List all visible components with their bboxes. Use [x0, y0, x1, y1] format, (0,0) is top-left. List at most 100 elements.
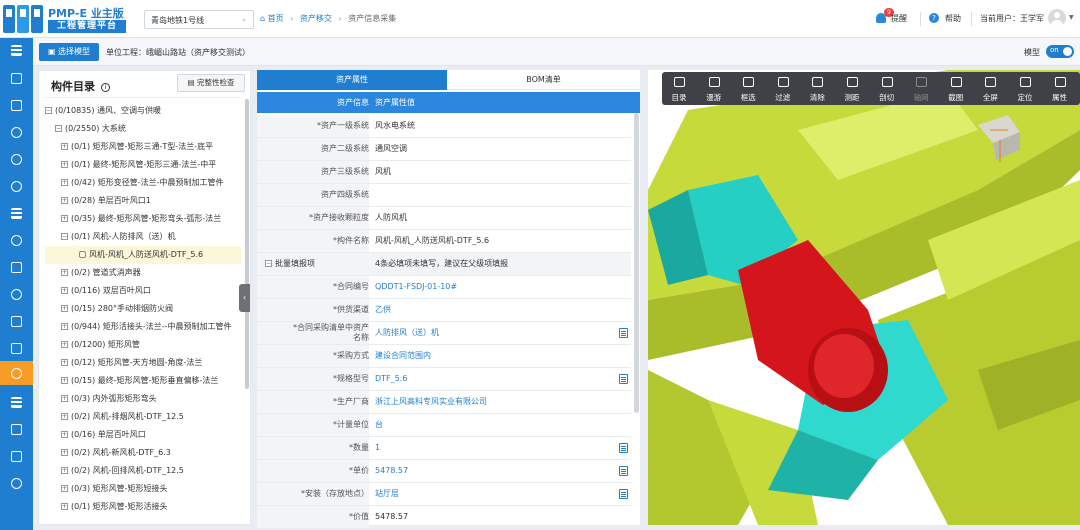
collapse-panel-handle[interactable]: ‹ [239, 284, 250, 312]
expand-icon[interactable]: + [61, 395, 68, 402]
app-logo[interactable]: PMP-E 业主版 工程管理平台 [0, 0, 130, 38]
tree-node[interactable]: + (0/16) 单层百叶风口 [45, 426, 146, 444]
document-icon[interactable] [0, 309, 33, 333]
tool-measure-button[interactable]: 测距 [835, 72, 869, 105]
expand-icon[interactable]: + [61, 485, 68, 492]
tree-node[interactable]: + (0/2) 管道式消声器 [45, 264, 141, 282]
edit-list-icon[interactable] [619, 443, 628, 453]
tree-node[interactable]: + (0/3) 内外弧形矩形弯头 [45, 390, 157, 408]
expand-icon[interactable]: + [61, 269, 68, 276]
property-value[interactable]: 人防排风（送）机 [375, 322, 439, 344]
chevron-down-icon[interactable]: ▼ [1069, 14, 1074, 21]
property-value[interactable]: 1 [375, 437, 380, 459]
expand-icon[interactable]: + [61, 161, 68, 168]
edit-list-icon[interactable] [619, 489, 628, 499]
org-icon[interactable] [0, 147, 33, 171]
reminder-link[interactable]: 提醒 [891, 13, 907, 24]
tool-box-select-button[interactable]: 框选 [731, 72, 765, 105]
flow-icon[interactable] [0, 120, 33, 144]
help-link[interactable]: 帮助 [945, 13, 961, 24]
dashboard-icon[interactable] [0, 93, 33, 117]
collapse-icon[interactable]: − [45, 107, 52, 114]
property-value[interactable]: QDDT1-FSDJ-01-10# [375, 276, 457, 298]
expand-icon[interactable]: + [61, 305, 68, 312]
tool-clear-button[interactable]: 清除 [800, 72, 834, 105]
tree-node[interactable]: − (0/10835) 通风、空调与供暖 [45, 102, 161, 120]
edit-list-icon[interactable] [619, 466, 628, 476]
property-value[interactable]: 台 [375, 414, 383, 436]
construction-icon[interactable] [0, 417, 33, 441]
expand-icon[interactable]: + [61, 341, 68, 348]
gear-icon[interactable] [0, 471, 33, 495]
scrollbar[interactable] [634, 113, 639, 413]
pie-chart-icon[interactable] [0, 228, 33, 252]
tree-node[interactable]: + (0/2) 风机-排烟风机-DTF_12.5 [45, 408, 184, 426]
tree-node[interactable]: + (0/15) 280°手动排烟防火阀 [45, 300, 173, 318]
tree-node[interactable]: + (0/12) 矩形风管-天方地圆-角度-法兰 [45, 354, 202, 372]
safety-icon[interactable] [0, 282, 33, 306]
tree-node[interactable]: + (0/2) 风机-回排风机-DTF_12.5 [45, 462, 184, 480]
batch-fill-row[interactable]: − 批量填报项 4条必填项未填写，建议在父级项填报 [257, 253, 631, 276]
help-icon[interactable]: ? [929, 13, 939, 23]
tree-node[interactable]: − (0/1) 风机-人防排风（送）机 [45, 228, 176, 246]
bim-model-scene[interactable] [648, 70, 1080, 525]
tree-node[interactable]: + (0/2) 风机-新风机-DTF_6.3 [45, 444, 171, 462]
tool-locate-button[interactable]: 定位 [1008, 72, 1042, 105]
archive-icon[interactable] [0, 336, 33, 360]
expand-icon[interactable]: + [61, 449, 68, 456]
property-value[interactable]: DTF_5.6 [375, 368, 407, 390]
model-toggle[interactable]: on [1046, 45, 1074, 58]
collapse-icon[interactable]: − [265, 260, 272, 267]
expand-icon[interactable]: + [61, 197, 68, 204]
breadcrumb-asset-transfer[interactable]: 资产移交 [300, 14, 332, 23]
select-model-button[interactable]: ▣ 选择模型 [39, 43, 99, 61]
tree-node[interactable]: + (0/35) 最终-矩形风管-矩形弯头-弧形-法兰 [45, 210, 221, 228]
expand-icon[interactable]: + [61, 431, 68, 438]
tree-node[interactable]: + (0/28) 单层百叶风口1 [45, 192, 151, 210]
property-value[interactable]: 乙供 [375, 299, 391, 321]
tree-node-selected[interactable]: 风机-风机_人防送风机-DTF_5.6 [45, 246, 241, 264]
expand-icon[interactable]: + [61, 215, 68, 222]
property-value[interactable]: 5478.57 [375, 506, 408, 528]
tree-node[interactable]: + (0/1) 矩形风管-矩形三通-T型-法兰-底平 [45, 138, 213, 156]
statistics-icon[interactable] [0, 390, 33, 414]
property-value[interactable]: 建设合同范围内 [375, 345, 431, 367]
expand-icon[interactable]: + [61, 287, 68, 294]
tab-bom-list[interactable]: BOM清单 [447, 70, 640, 90]
collapse-icon[interactable]: − [55, 125, 62, 132]
expand-icon[interactable]: + [61, 323, 68, 330]
tool-section-button[interactable]: 剖切 [870, 72, 904, 105]
expand-icon[interactable]: + [61, 143, 68, 150]
property-value[interactable]: 浙江上风高科专风实业有限公司 [375, 391, 487, 413]
edit-list-icon[interactable] [619, 374, 628, 384]
tool-filter-button[interactable]: 过滤 [766, 72, 800, 105]
tool-properties-button[interactable]: 属性 [1043, 72, 1077, 105]
avatar[interactable] [1048, 9, 1066, 27]
tree-node[interactable]: + (0/3) 矩形风管-矩形短接头 [45, 480, 168, 498]
home-icon[interactable] [0, 66, 33, 90]
collapse-icon[interactable]: − [61, 233, 68, 240]
tree-node[interactable]: + (0/1) 矩形风管-矩形活接头 [45, 498, 168, 516]
report-icon[interactable] [0, 444, 33, 468]
expand-icon[interactable]: + [61, 377, 68, 384]
tree-node[interactable]: + (0/15) 最终-矩形风管-矩形垂直偏移-法兰 [45, 372, 218, 390]
tree-node[interactable]: + (0/1) 最终-矩形风管-矩形三通-法兰-中平 [45, 156, 216, 174]
tree-node[interactable]: + (0/1200) 矩形风管 [45, 336, 140, 354]
edit-list-icon[interactable] [619, 328, 628, 338]
scrollbar[interactable] [245, 99, 249, 389]
tree-node[interactable]: + (0/944) 矩形活接头-法兰--中晨预制加工管件 [45, 318, 232, 336]
expand-icon[interactable]: + [61, 179, 68, 186]
property-value[interactable]: 5478.57 [375, 460, 408, 482]
bim-3d-viewer[interactable]: 目录 漫游 框选 过滤 清除 测距 剖切 轴网 截图 全屏 定位 属性 [648, 70, 1080, 525]
expand-icon[interactable]: + [61, 503, 68, 510]
property-value[interactable]: 站厅层 [375, 483, 399, 505]
tool-fullscreen-button[interactable]: 全屏 [973, 72, 1007, 105]
filter-icon[interactable] [0, 201, 33, 225]
tool-grid-button[interactable]: 轴网 [904, 72, 938, 105]
expand-icon[interactable]: + [61, 467, 68, 474]
integrity-check-button[interactable]: ▤ 完整性检查 [177, 74, 245, 92]
tool-screenshot-button[interactable]: 截图 [939, 72, 973, 105]
tree-node[interactable]: − (0/2550) 大系统 [45, 120, 126, 138]
tool-roam-button[interactable]: 漫游 [697, 72, 731, 105]
settings-icon[interactable] [0, 174, 33, 198]
